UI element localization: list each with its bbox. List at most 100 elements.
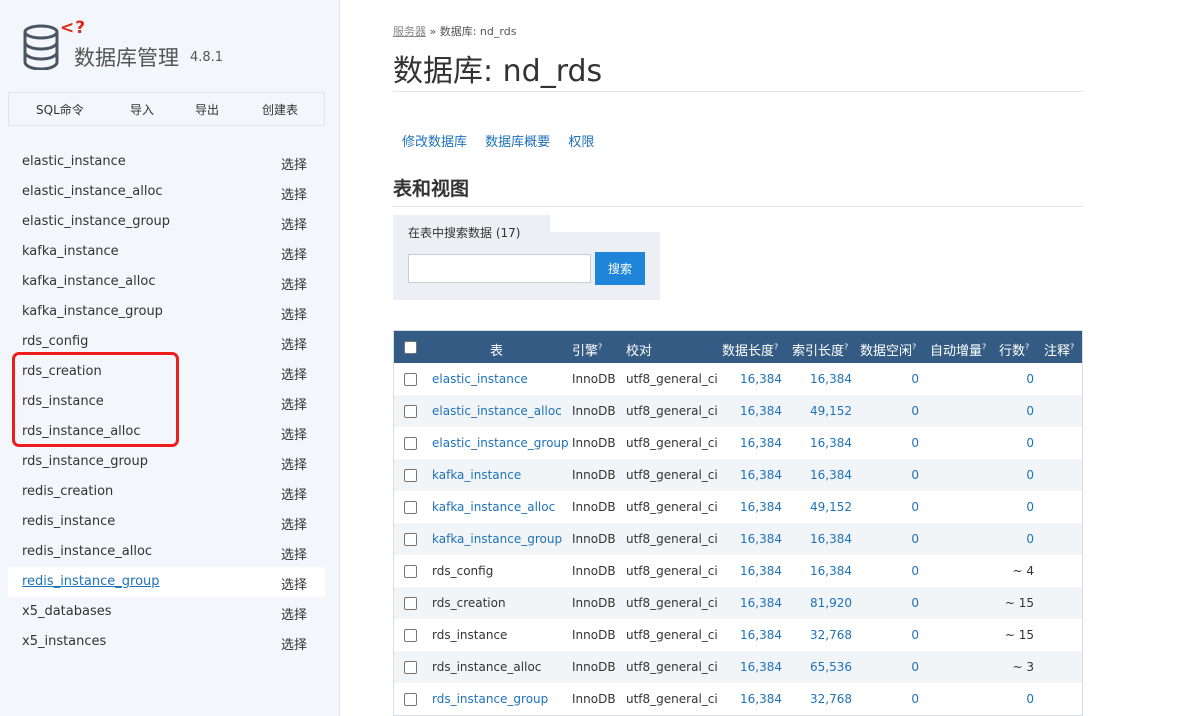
sidebar-select-link[interactable]: 选择 xyxy=(281,544,307,563)
data-free-link[interactable]: 0 xyxy=(911,564,919,578)
sidebar-select-link[interactable]: 选择 xyxy=(281,154,307,173)
row-checkbox[interactable] xyxy=(404,437,417,450)
sidebar-table-link[interactable]: rds_instance xyxy=(22,394,104,409)
index-length-link[interactable]: 81,920 xyxy=(810,596,852,610)
sidebar-table-link[interactable]: rds_config xyxy=(22,334,88,349)
sidebar-select-link[interactable]: 选择 xyxy=(281,304,307,323)
sidebar-select-link[interactable]: 选择 xyxy=(281,184,307,203)
help-icon[interactable]: ? xyxy=(1025,343,1029,352)
import-link[interactable]: 导入 xyxy=(130,101,154,118)
index-length-link[interactable]: 32,768 xyxy=(810,628,852,642)
sidebar-select-link[interactable]: 选择 xyxy=(281,424,307,443)
sidebar-table-link[interactable]: x5_instances xyxy=(22,634,106,649)
sidebar-table-link[interactable]: redis_instance_group xyxy=(22,574,160,589)
search-input[interactable] xyxy=(408,254,591,283)
row-checkbox[interactable] xyxy=(404,693,417,706)
sidebar-table-link[interactable]: elastic_instance_group xyxy=(22,214,170,229)
table-name-link[interactable]: rds_config xyxy=(432,564,493,578)
row-checkbox[interactable] xyxy=(404,533,417,546)
help-icon[interactable]: ? xyxy=(1070,343,1074,352)
sidebar-table-link[interactable]: redis_creation xyxy=(22,484,113,499)
index-length-link[interactable]: 16,384 xyxy=(810,372,852,386)
data-length-link[interactable]: 16,384 xyxy=(740,436,782,450)
table-name-link[interactable]: rds_instance_group xyxy=(432,692,548,706)
sidebar-select-link[interactable]: 选择 xyxy=(281,574,307,593)
data-length-link[interactable]: 16,384 xyxy=(740,500,782,514)
rows-cell[interactable]: 0 xyxy=(1026,532,1034,546)
data-length-link[interactable]: 16,384 xyxy=(740,468,782,482)
table-name-link[interactable]: kafka_instance_group xyxy=(432,532,562,546)
help-icon[interactable]: ? xyxy=(912,343,916,352)
data-free-link[interactable]: 0 xyxy=(911,628,919,642)
help-icon[interactable]: ? xyxy=(774,343,778,352)
row-checkbox[interactable] xyxy=(404,405,417,418)
database-schema-link[interactable]: 数据库概要 xyxy=(485,135,550,150)
rows-cell[interactable]: ~ 15 xyxy=(1005,596,1034,610)
data-length-link[interactable]: 16,384 xyxy=(740,692,782,706)
index-length-link[interactable]: 16,384 xyxy=(810,468,852,482)
sidebar-select-link[interactable]: 选择 xyxy=(281,514,307,533)
sidebar-table-link[interactable]: elastic_instance_alloc xyxy=(22,184,163,199)
rows-cell[interactable]: 0 xyxy=(1026,692,1034,706)
privileges-link[interactable]: 权限 xyxy=(568,135,594,150)
data-free-link[interactable]: 0 xyxy=(911,404,919,418)
table-name-link[interactable]: elastic_instance_group xyxy=(432,436,569,450)
row-checkbox[interactable] xyxy=(404,597,417,610)
data-length-link[interactable]: 16,384 xyxy=(740,564,782,578)
sidebar-select-link[interactable]: 选择 xyxy=(281,274,307,293)
index-length-link[interactable]: 16,384 xyxy=(810,436,852,450)
sidebar-select-link[interactable]: 选择 xyxy=(281,484,307,503)
index-length-link[interactable]: 16,384 xyxy=(810,564,852,578)
sidebar-table-link[interactable]: kafka_instance_group xyxy=(22,304,163,319)
sidebar-table-link[interactable]: kafka_instance_alloc xyxy=(22,274,155,289)
table-name-link[interactable]: rds_instance xyxy=(432,628,507,642)
sidebar-select-link[interactable]: 选择 xyxy=(281,454,307,473)
index-length-link[interactable]: 32,768 xyxy=(810,692,852,706)
sidebar-select-link[interactable]: 选择 xyxy=(281,634,307,653)
data-free-link[interactable]: 0 xyxy=(911,692,919,706)
table-name-link[interactable]: kafka_instance xyxy=(432,468,521,482)
data-length-link[interactable]: 16,384 xyxy=(740,404,782,418)
row-checkbox[interactable] xyxy=(404,661,417,674)
data-length-link[interactable]: 16,384 xyxy=(740,596,782,610)
table-name-link[interactable]: kafka_instance_alloc xyxy=(432,500,555,514)
sidebar-table-link[interactable]: redis_instance_alloc xyxy=(22,544,152,559)
sidebar-table-link[interactable]: kafka_instance xyxy=(22,244,119,259)
sidebar-table-link[interactable]: redis_instance xyxy=(22,514,115,529)
help-icon[interactable]: ? xyxy=(982,343,986,352)
table-name-link[interactable]: elastic_instance xyxy=(432,372,528,386)
search-button[interactable]: 搜索 xyxy=(595,252,645,285)
help-icon[interactable]: ? xyxy=(598,343,602,352)
sidebar-select-link[interactable]: 选择 xyxy=(281,334,307,353)
sidebar-table-link[interactable]: rds_creation xyxy=(22,364,102,379)
data-free-link[interactable]: 0 xyxy=(911,468,919,482)
breadcrumb-server-link[interactable]: 服务器 xyxy=(393,25,426,38)
data-free-link[interactable]: 0 xyxy=(911,436,919,450)
select-all-checkbox[interactable] xyxy=(404,341,417,354)
help-icon[interactable]: ? xyxy=(844,343,848,352)
data-free-link[interactable]: 0 xyxy=(911,532,919,546)
data-length-link[interactable]: 16,384 xyxy=(740,628,782,642)
index-length-link[interactable]: 16,384 xyxy=(810,532,852,546)
rows-cell[interactable]: 0 xyxy=(1026,404,1034,418)
row-checkbox[interactable] xyxy=(404,565,417,578)
rows-cell[interactable]: 0 xyxy=(1026,500,1034,514)
sidebar-table-link[interactable]: rds_instance_alloc xyxy=(22,424,141,439)
index-length-link[interactable]: 65,536 xyxy=(810,660,852,674)
rows-cell[interactable]: 0 xyxy=(1026,436,1034,450)
sidebar-table-link[interactable]: elastic_instance xyxy=(22,154,126,169)
index-length-link[interactable]: 49,152 xyxy=(810,404,852,418)
data-free-link[interactable]: 0 xyxy=(911,660,919,674)
logo[interactable]: <? 数据库管理 4.8.1 xyxy=(22,18,322,78)
data-free-link[interactable]: 0 xyxy=(911,500,919,514)
data-length-link[interactable]: 16,384 xyxy=(740,532,782,546)
export-link[interactable]: 导出 xyxy=(195,101,219,118)
row-checkbox[interactable] xyxy=(404,469,417,482)
rows-cell[interactable]: ~ 4 xyxy=(1012,564,1034,578)
sidebar-table-link[interactable]: rds_instance_group xyxy=(22,454,148,469)
row-checkbox[interactable] xyxy=(404,629,417,642)
row-checkbox[interactable] xyxy=(404,501,417,514)
sql-command-link[interactable]: SQL命令 xyxy=(36,101,84,118)
data-free-link[interactable]: 0 xyxy=(911,596,919,610)
create-table-link[interactable]: 创建表 xyxy=(262,101,298,118)
